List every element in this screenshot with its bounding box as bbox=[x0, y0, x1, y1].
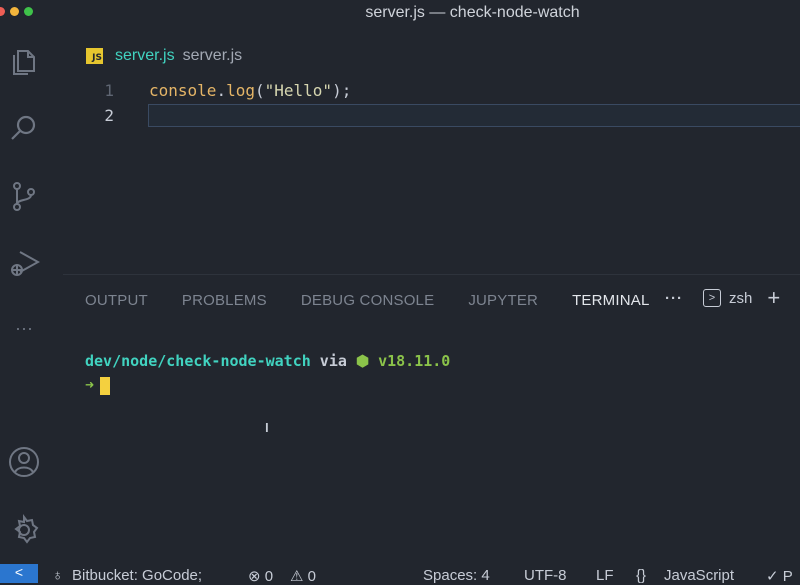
token: ( bbox=[254, 81, 265, 100]
settings-gear-icon[interactable] bbox=[8, 514, 40, 546]
remote-indicator[interactable]: < bbox=[0, 564, 38, 583]
source-control-icon[interactable] bbox=[8, 180, 40, 212]
prettier-status[interactable]: ✓ P bbox=[766, 567, 793, 585]
terminal-line: dev/node/check-node-watch via ⬢ v18.11.0 bbox=[85, 349, 450, 373]
status-bar: < ♁ Bitbucket: GoCode; ⊗ 0 ⚠ 0 Spaces: 4… bbox=[0, 564, 800, 585]
prompt-arrow-icon: ➜ bbox=[85, 376, 95, 394]
bottom-panel: OUTPUT PROBLEMS DEBUG CONSOLE JUPYTER TE… bbox=[63, 274, 800, 565]
tab-debug-console[interactable]: DEBUG CONSOLE bbox=[301, 292, 434, 309]
tab-output[interactable]: OUTPUT bbox=[85, 292, 148, 309]
branch-icon: ♁ bbox=[52, 567, 64, 584]
errors-count[interactable]: ⊗ 0 bbox=[248, 567, 273, 585]
code-line-1[interactable]: 1 console.log("Hello"); bbox=[50, 78, 800, 103]
editor-tab-server-js[interactable]: JS server.js server.js bbox=[86, 44, 242, 68]
editor-area: JS server.js server.js 1 console.log("He… bbox=[50, 26, 800, 274]
tab-filename: server.js bbox=[115, 47, 175, 64]
bitbucket-status[interactable]: Bitbucket: GoCode; bbox=[72, 567, 202, 584]
tab-problems[interactable]: PROBLEMS bbox=[182, 292, 267, 309]
search-icon[interactable] bbox=[8, 112, 40, 144]
token: . bbox=[216, 81, 227, 100]
current-line-highlight bbox=[148, 104, 800, 127]
token: "Hello" bbox=[264, 81, 333, 100]
terminal-cwd: dev/node/check-node-watch bbox=[85, 352, 311, 370]
title-bar: server.js — check-node-watch bbox=[0, 0, 800, 26]
code-line-2[interactable]: 2 bbox=[50, 103, 800, 128]
terminal-icon: > bbox=[703, 289, 721, 307]
language-braces-icon: {} bbox=[636, 567, 647, 584]
activity-bar: ··· bbox=[0, 26, 50, 564]
encoding-status[interactable]: UTF-8 bbox=[524, 567, 567, 584]
window-title: server.js — check-node-watch bbox=[365, 4, 580, 21]
javascript-file-icon: JS bbox=[86, 48, 103, 64]
language-mode[interactable]: JavaScript bbox=[664, 567, 734, 584]
tab-jupyter[interactable]: JUPYTER bbox=[468, 292, 538, 309]
terminal-via: via bbox=[310, 352, 356, 370]
node-icon: ⬢ bbox=[355, 352, 370, 370]
tab-description: server.js bbox=[182, 47, 243, 64]
more-actions-icon[interactable]: ··· bbox=[663, 290, 685, 307]
files-icon[interactable] bbox=[8, 46, 40, 78]
terminal-cursor bbox=[100, 376, 111, 395]
terminal-output[interactable]: dev/node/check-node-watch via ⬢ v18.11.0… bbox=[85, 349, 450, 397]
token: ); bbox=[332, 81, 352, 100]
mouse-ibeam-cursor-icon: 𝐈 bbox=[265, 421, 269, 435]
more-icon[interactable]: ··· bbox=[8, 318, 40, 350]
terminal-shell-selector[interactable]: zsh bbox=[729, 290, 752, 307]
eol-status[interactable]: LF bbox=[596, 567, 614, 584]
line-number: 2 bbox=[104, 106, 114, 125]
node-version: v18.11.0 bbox=[369, 352, 451, 370]
code-editor[interactable]: 1 console.log("Hello"); 2 bbox=[50, 78, 800, 128]
tab-terminal[interactable]: TERMINAL bbox=[572, 292, 649, 309]
line-number: 1 bbox=[104, 81, 114, 100]
panel-actions: ··· > zsh + bbox=[663, 287, 780, 309]
warnings-count[interactable]: ⚠ 0 bbox=[290, 567, 316, 585]
token: log bbox=[226, 81, 255, 100]
terminal-prompt-line[interactable]: ➜ bbox=[85, 373, 450, 397]
new-terminal-icon[interactable]: + bbox=[767, 287, 780, 309]
run-debug-icon[interactable] bbox=[8, 246, 41, 278]
token: console bbox=[149, 81, 217, 100]
indentation-status[interactable]: Spaces: 4 bbox=[423, 567, 490, 584]
line-content[interactable]: console.log("Hello"); bbox=[149, 78, 351, 103]
account-icon[interactable] bbox=[8, 446, 40, 478]
